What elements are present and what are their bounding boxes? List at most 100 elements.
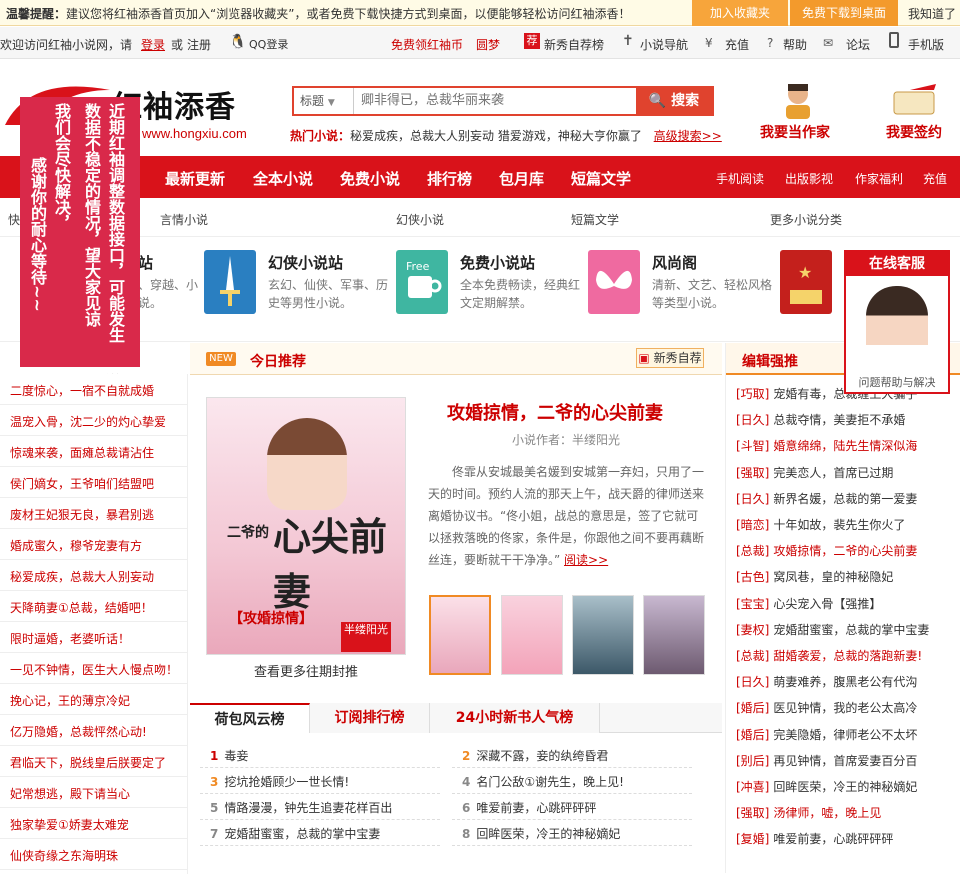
editor-pick-item[interactable]: [婚后] 完美隐婚，律师老公不太坏 xyxy=(736,726,917,743)
editor-pick-item[interactable]: [古色] 窝凤巷，皇的神秘隐妃 xyxy=(736,568,893,585)
list-item[interactable]: 天降萌妻①总裁，结婚吧！ xyxy=(10,599,153,616)
channel-yipin[interactable]: ★ xyxy=(780,248,834,334)
editor-pick-item[interactable]: [别后] 再见钟情，首席爱妻百分百 xyxy=(736,752,917,769)
rank-item[interactable]: 8 回眸医荣，冷王的神秘嫡妃 xyxy=(462,825,620,842)
editor-pick-item[interactable]: [总裁] 攻婚掠情，二爷的心尖前妻 xyxy=(736,542,917,559)
nav-recharge[interactable]: 充值 xyxy=(923,170,947,187)
thumb-cover[interactable] xyxy=(501,595,563,675)
list-item[interactable]: 一见不钟情，医生大人慢点吻！ xyxy=(10,661,178,678)
list-item[interactable]: 独家挚爱①娇妻太难宠 xyxy=(10,816,129,833)
yuanmeng-link[interactable]: 圆梦 xyxy=(476,36,500,53)
rank-item[interactable]: 7 宠婚甜蜜蜜，总裁的掌中宝妻 xyxy=(210,825,380,842)
editor-pick-item[interactable]: [婚后] 医见钟情，我的老公太高冷 xyxy=(736,699,917,716)
editor-pick-item[interactable]: [强取] 完美恋人，首席已过期 xyxy=(736,464,893,481)
editor-pick-item[interactable]: [宝宝] 心尖宠入骨【强推】 xyxy=(736,595,881,612)
recharge-link[interactable]: 充值 xyxy=(725,36,749,53)
register-link[interactable]: 注册 xyxy=(187,36,211,53)
online-service[interactable]: 在线客服 问题帮助与解决 xyxy=(844,250,950,394)
editor-pick-item[interactable]: [冲喜] 回眸医荣，冷王的神秘嫡妃 xyxy=(736,778,917,795)
thumb-cover[interactable] xyxy=(643,595,705,675)
nav-welfare[interactable]: 作家福利 xyxy=(855,170,903,187)
login-link[interactable]: 登录 xyxy=(141,36,165,53)
featured-cover[interactable]: 二爷的 心尖前妻 【攻婚掠情】 半缕阳光 xyxy=(206,397,406,655)
list-item[interactable]: 君临天下，脱线皇后朕要定了 xyxy=(10,754,166,771)
nav-complete[interactable]: 全本小说 xyxy=(253,168,313,189)
service-title: 在线客服 xyxy=(846,252,948,276)
novel-nav-link[interactable]: 小说导航 xyxy=(640,36,688,53)
subnav-romance[interactable]: 言情小说 xyxy=(160,211,208,228)
rank-item[interactable]: 5 情路漫漫，钟先生追妻花样百出 xyxy=(210,799,392,816)
download-desktop-button[interactable]: 免费下载到桌面 xyxy=(790,0,898,26)
editor-pick-item[interactable]: [妻权] 宠婚甜蜜蜜，总裁的掌中宝妻 xyxy=(736,621,929,638)
list-item[interactable]: 侯门嫡女，王爷咱们结盟吧 xyxy=(10,475,154,492)
forum-link[interactable]: 论坛 xyxy=(846,36,870,53)
channel-title: 幻侠小说站 xyxy=(268,254,344,272)
nav-short[interactable]: 短篇文学 xyxy=(571,168,631,189)
editor-pick-item[interactable]: [强取] 汤律师，嘘，晚上见 xyxy=(736,804,881,821)
more-covers-link[interactable]: 查看更多往期封推 xyxy=(206,661,406,680)
read-link[interactable]: 阅读>> xyxy=(564,553,608,567)
rank-item[interactable]: 3 挖坑抢婚顾少一世长情! xyxy=(210,773,349,790)
free-coin-link[interactable]: 免费领红袖币 xyxy=(391,36,463,53)
tab-subscribe-rank[interactable]: 订阅排行榜 xyxy=(310,703,430,733)
newbie-rank-link[interactable]: 新秀自荐榜 xyxy=(544,36,604,53)
hot-links[interactable]: 秘爱成疾，总裁大人别妄动 猎爱游戏，神秘大亨你赢了 xyxy=(350,129,642,143)
list-item[interactable]: 妃常想逃，殿下请当心 xyxy=(10,785,130,802)
list-item[interactable]: 亿万隐婚，总裁怦然心动! xyxy=(10,723,147,740)
logo-url[interactable]: www.hongxiu.com xyxy=(142,126,247,141)
list-item[interactable]: 温宠入骨，沈二少的灼心挚爱 xyxy=(10,413,166,430)
nav-latest[interactable]: 最新更新 xyxy=(165,168,225,189)
list-item[interactable]: 婚成蜜久，穆爷宠妻有方 xyxy=(10,537,142,554)
list-item[interactable]: 挽心记，王的薄京冷妃 xyxy=(10,692,130,709)
rank-item[interactable]: 4 名门公敌①谢先生，晚上见! xyxy=(462,773,624,790)
tab-hebao-rank[interactable]: 荷包风云榜 xyxy=(190,703,310,733)
editor-pick-item[interactable]: [日久] 新界名媛，总裁的第一爱妻 xyxy=(736,490,917,507)
editor-pick-tag: [强取] xyxy=(736,465,770,480)
editor-pick-item[interactable]: [日久] 总裁夺情，美妻拒不承婚 xyxy=(736,411,905,428)
mobile-link[interactable]: 手机版 xyxy=(908,36,944,53)
nav-publish[interactable]: 出版影视 xyxy=(785,170,833,187)
list-item[interactable]: 惊魂来袭，面瘫总裁请沾住 xyxy=(10,444,154,461)
search-category-select[interactable]: 标题 ▼ xyxy=(294,88,354,114)
subnav-more[interactable]: 更多小说分类 xyxy=(770,211,842,228)
channel-fashion[interactable]: 风尚阁 清新、文艺、轻松风格等类型小说。 xyxy=(588,248,778,334)
editor-pick-item[interactable]: [日久] 萌妻难养，腹黑老公有代沟 xyxy=(736,673,917,690)
editor-pick-item[interactable]: [复婚] 唯爱前妻，心跳砰砰砰 xyxy=(736,830,893,847)
subnav-short[interactable]: 短篇文学 xyxy=(571,211,619,228)
help-link[interactable]: 帮助 xyxy=(783,36,807,53)
list-item[interactable]: 废材王妃狠无良，暴君别逃 xyxy=(10,506,154,523)
list-item[interactable]: 二度惊心，一宿不自就成婚 xyxy=(10,382,154,399)
nav-free[interactable]: 免费小说 xyxy=(340,168,400,189)
channel-free[interactable]: Free 免费小说站 全本免费畅读，经典红文定期解禁。 xyxy=(396,248,586,334)
dismiss-notice-button[interactable]: 我知道了 xyxy=(908,5,956,22)
add-favorites-button[interactable]: 加入收藏夹 xyxy=(692,0,788,26)
thumb-cover[interactable] xyxy=(572,595,634,675)
editor-pick-item[interactable]: [总裁] 甜婚袭爱，总裁的落跑新妻! xyxy=(736,647,922,664)
sign-contract-link[interactable]: 我要签约 xyxy=(886,122,942,142)
list-item[interactable]: 限时逼婚，老婆听话！ xyxy=(10,630,130,647)
featured-book-title[interactable]: 攻婚掠情，二爷的心尖前妻 xyxy=(447,399,663,425)
maintenance-notice: 近期红袖调整数据接口，可能发生 数据不稳定的情况，望大家见谅 我们会尽快解决， … xyxy=(20,97,140,386)
nav-mobile-read[interactable]: 手机阅读 xyxy=(716,170,764,187)
list-item[interactable]: 仙侠奇缘之东海明珠 xyxy=(10,847,118,864)
rank-item[interactable]: 6 唯爱前妻，心跳砰砰砰 xyxy=(462,799,596,816)
channel-fantasy[interactable]: 幻侠小说站 玄幻、仙侠、军事、历史等男性小说。 xyxy=(204,248,394,334)
nav-monthly[interactable]: 包月库 xyxy=(499,168,544,189)
editor-pick-tag: [古色] xyxy=(736,570,770,585)
subnav-fantasy[interactable]: 幻侠小说 xyxy=(396,211,444,228)
advanced-search-link[interactable]: 高级搜索>> xyxy=(654,129,722,143)
become-author-link[interactable]: 我要当作家 xyxy=(760,122,830,142)
newbie-recommend-button[interactable]: ▣ 新秀自荐 xyxy=(636,348,704,368)
editor-pick-item[interactable]: [斗智] 婚意绵绵，陆先生情深似海 xyxy=(736,437,917,454)
qq-login-link[interactable]: QQ登录 xyxy=(249,36,288,52)
list-item[interactable]: 秘爱成疾，总裁大人别妄动 xyxy=(10,568,154,585)
free-cup-icon: Free xyxy=(396,250,448,314)
rank-item[interactable]: 1 毒妾 xyxy=(210,747,248,764)
search-button[interactable]: 🔍 搜索 xyxy=(636,88,712,114)
editor-pick-item[interactable]: [暗恋] 十年如故，裴先生你火了 xyxy=(736,516,905,533)
tab-24h-rank[interactable]: 24小时新书人气榜 xyxy=(430,703,600,733)
nav-rank[interactable]: 排行榜 xyxy=(427,168,472,189)
thumb-cover[interactable] xyxy=(429,595,491,675)
rank-item[interactable]: 2 深藏不露，妾的纨绔昏君 xyxy=(462,747,608,764)
search-input[interactable] xyxy=(355,88,638,114)
